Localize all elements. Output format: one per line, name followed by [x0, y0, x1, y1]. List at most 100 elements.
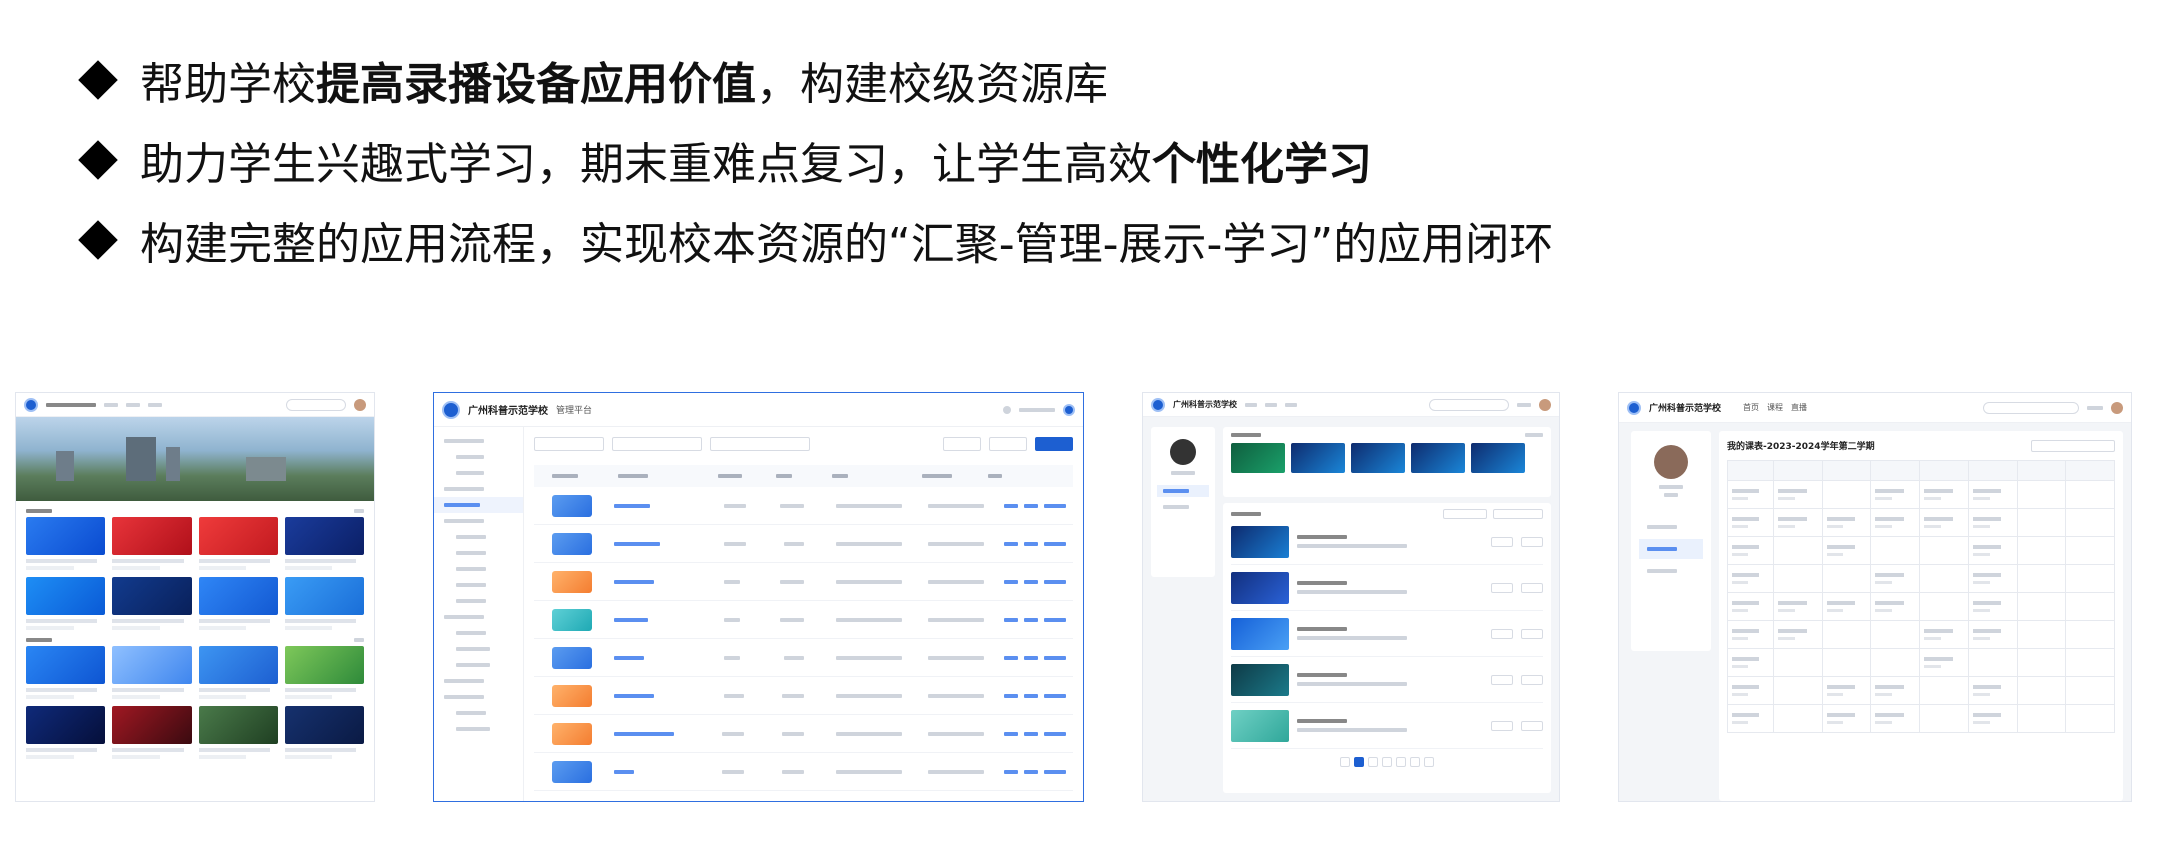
user-avatar[interactable] [2111, 401, 2123, 414]
recent-course-card[interactable] [1231, 443, 1285, 473]
learn-search-input[interactable] [1429, 398, 1509, 411]
recent-course-card[interactable] [1351, 443, 1405, 473]
sidebar-item[interactable] [434, 625, 523, 641]
sidebar-item[interactable] [1157, 501, 1209, 513]
filter-bar [534, 435, 1073, 453]
course-card[interactable] [26, 517, 106, 570]
sidebar-item-active[interactable] [1639, 539, 1703, 559]
table-row[interactable] [534, 525, 1073, 563]
portal-search-input[interactable] [286, 398, 346, 411]
timetable-topbar: 广州科普示范学校 首页 课程 直播 [1619, 393, 2131, 423]
sidebar-item[interactable] [1639, 517, 1703, 537]
sidebar-item[interactable] [434, 673, 523, 689]
course-card[interactable] [198, 646, 278, 699]
page-button[interactable] [1354, 757, 1364, 767]
sidebar-item[interactable] [434, 513, 523, 529]
sidebar-item[interactable] [434, 577, 523, 593]
sidebar-item[interactable] [434, 561, 523, 577]
profile-avatar [1654, 445, 1688, 479]
pagination [1231, 757, 1543, 767]
nav-tab-home[interactable]: 首页 [1743, 402, 1759, 413]
resource-table-area [534, 435, 1073, 791]
sidebar-item[interactable] [434, 481, 523, 497]
bell-icon[interactable] [1003, 405, 1011, 414]
course-card[interactable] [198, 706, 278, 759]
recent-course-card[interactable] [1411, 443, 1465, 473]
page-button[interactable] [1396, 757, 1406, 767]
user-avatar[interactable] [1539, 398, 1551, 411]
term-select[interactable] [612, 437, 702, 451]
course-row[interactable] [1231, 703, 1543, 749]
course-card[interactable] [284, 646, 364, 699]
timetable-user-name[interactable] [2087, 405, 2103, 410]
sidebar-item[interactable] [434, 465, 523, 481]
course-card[interactable] [198, 517, 278, 570]
page-prev-button[interactable] [1340, 757, 1350, 767]
table-row[interactable] [534, 601, 1073, 639]
table-row[interactable] [534, 487, 1073, 525]
bullet-2: 助力学生兴趣式学习，期末重难点复习，让学生高效 个性化学习 [78, 120, 1553, 200]
page-button[interactable] [1410, 757, 1420, 767]
school-logo-icon [442, 400, 460, 419]
sidebar-item[interactable] [434, 545, 523, 561]
sidebar-item[interactable] [434, 433, 523, 449]
bullet-2-bold: 个性化学习 [1152, 139, 1372, 190]
course-search-input[interactable] [1493, 509, 1543, 519]
upload-button[interactable] [1035, 437, 1073, 451]
course-row[interactable] [1231, 611, 1543, 657]
sidebar-item[interactable] [434, 609, 523, 625]
table-row[interactable] [534, 715, 1073, 753]
user-avatar[interactable] [354, 398, 366, 411]
batch-button[interactable] [943, 437, 981, 451]
course-card[interactable] [198, 577, 278, 630]
sidebar-item-active[interactable] [1157, 485, 1209, 497]
bullet-list: 帮助学校 提高录播设备应用价值 ，构建校级资源库 助力学生兴趣式学习，期末重难点复习… [78, 40, 1553, 280]
nav-tab-courses[interactable]: 课程 [1767, 402, 1783, 413]
sidebar-item[interactable] [1639, 561, 1703, 581]
course-card[interactable] [26, 706, 106, 759]
sidebar-item-active[interactable] [434, 497, 523, 513]
table-row[interactable] [534, 639, 1073, 677]
course-card[interactable] [26, 646, 106, 699]
user-avatar[interactable] [1063, 403, 1075, 416]
table-row[interactable] [534, 677, 1073, 715]
week-range-select[interactable] [2031, 439, 2115, 452]
sidebar-item[interactable] [434, 721, 523, 737]
recent-course-card[interactable] [1291, 443, 1345, 473]
course-filter-select[interactable] [1443, 509, 1487, 519]
course-row[interactable] [1231, 565, 1543, 611]
table-row[interactable] [534, 753, 1073, 791]
course-card[interactable] [112, 577, 192, 630]
sidebar-item[interactable] [434, 657, 523, 673]
course-card[interactable] [284, 577, 364, 630]
page-next-button[interactable] [1424, 757, 1434, 767]
admin-user-name[interactable] [1019, 407, 1055, 412]
page-button[interactable] [1368, 757, 1378, 767]
table-header [534, 465, 1073, 487]
page-button[interactable] [1382, 757, 1392, 767]
sidebar-item[interactable] [434, 449, 523, 465]
course-card[interactable] [284, 517, 364, 570]
sidebar-item[interactable] [434, 641, 523, 657]
course-card[interactable] [112, 706, 192, 759]
diamond-icon [78, 140, 118, 180]
course-row[interactable] [1231, 657, 1543, 703]
nav-tab-live[interactable]: 直播 [1791, 402, 1807, 413]
timetable-search-input[interactable] [1983, 401, 2079, 414]
sidebar-item[interactable] [434, 529, 523, 545]
sidebar-item[interactable] [434, 705, 523, 721]
table-row[interactable] [534, 563, 1073, 601]
course-card[interactable] [112, 517, 192, 570]
course-card[interactable] [284, 706, 364, 759]
sidebar-item[interactable] [434, 593, 523, 609]
recent-course-card[interactable] [1471, 443, 1525, 473]
resource-search-input[interactable] [710, 437, 810, 451]
sidebar-item[interactable] [434, 689, 523, 705]
category-select[interactable] [534, 437, 604, 451]
course-row[interactable] [1231, 519, 1543, 565]
export-button[interactable] [989, 437, 1027, 451]
course-card[interactable] [26, 577, 106, 630]
learn-school-name: 广州科普示范学校 [1173, 400, 1237, 409]
bullet-1-post: ，构建校级资源库 [756, 59, 1108, 110]
course-card[interactable] [112, 646, 192, 699]
